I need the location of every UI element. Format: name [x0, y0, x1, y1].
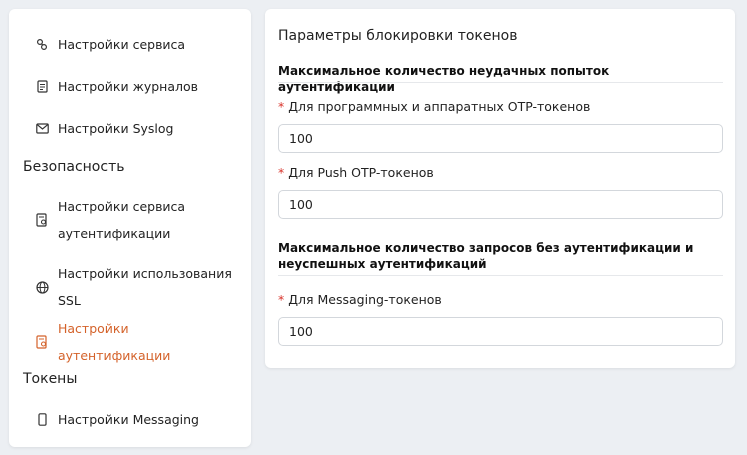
sidebar-item-auth-service-settings[interactable]: Настройки сервиса аутентификации: [9, 193, 251, 247]
section-title-unauth-requests: Максимальное количество запросов без аут…: [278, 241, 694, 271]
push-otp-tokens-attempts-input[interactable]: [278, 190, 723, 219]
sidebar-item-label: Настройки журналов: [58, 79, 198, 94]
sidebar-item-label: Настройки Syslog: [58, 121, 174, 136]
sidebar-item-label: Настройки использования SSL: [58, 266, 232, 308]
mail-icon: [35, 122, 49, 136]
sidebar: Настройки сервиса Настройки журналов Нас…: [9, 9, 251, 447]
group-title-security: Безопасность: [23, 159, 125, 175]
field-label-otp: * Для программных и аппаратных OTP-токено…: [278, 99, 591, 114]
field-label-push-otp: * Для Push OTP-токенов: [278, 165, 434, 180]
sidebar-item-auth-settings[interactable]: Настройки аутентификации: [9, 321, 251, 363]
sidebar-item-label: Настройки Messaging: [58, 412, 199, 427]
auth-settings-icon: [35, 334, 49, 349]
sidebar-item-ssl-settings[interactable]: Настройки использования SSL: [9, 260, 251, 314]
sidebar-item-service-settings[interactable]: Настройки сервиса: [9, 31, 251, 58]
messaging-tokens-requests-input[interactable]: [278, 317, 723, 346]
group-title-tokens: Токены: [23, 371, 78, 387]
sidebar-item-journal-settings[interactable]: Настройки журналов: [9, 73, 251, 100]
section-title-failed-attempts: Максимальное количество неудачных попыто…: [278, 64, 610, 94]
journal-icon: [35, 80, 49, 94]
phone-icon: [35, 413, 49, 427]
otp-tokens-attempts-input[interactable]: [278, 124, 723, 153]
sidebar-item-label: Настройки аутентификации: [58, 320, 171, 363]
required-mark: *: [278, 165, 285, 180]
required-mark: *: [278, 292, 285, 307]
field-label-messaging: * Для Messaging-токенов: [278, 292, 442, 307]
auth-service-icon: [35, 213, 49, 227]
required-mark: *: [278, 99, 285, 114]
token-lock-panel: Параметры блокировки токенов Максимально…: [265, 9, 735, 368]
sidebar-item-label: Настройки сервиса аутентификации: [58, 199, 186, 241]
globe-icon: [35, 280, 49, 294]
sidebar-item-messaging-settings[interactable]: Настройки Messaging: [9, 406, 251, 433]
sidebar-item-label: Настройки сервиса: [58, 37, 186, 52]
section-divider: [278, 275, 723, 276]
service-settings-icon: [35, 38, 49, 52]
sidebar-item-syslog-settings[interactable]: Настройки Syslog: [9, 115, 251, 142]
section-divider: [278, 82, 723, 83]
panel-title: Параметры блокировки токенов: [278, 28, 518, 44]
